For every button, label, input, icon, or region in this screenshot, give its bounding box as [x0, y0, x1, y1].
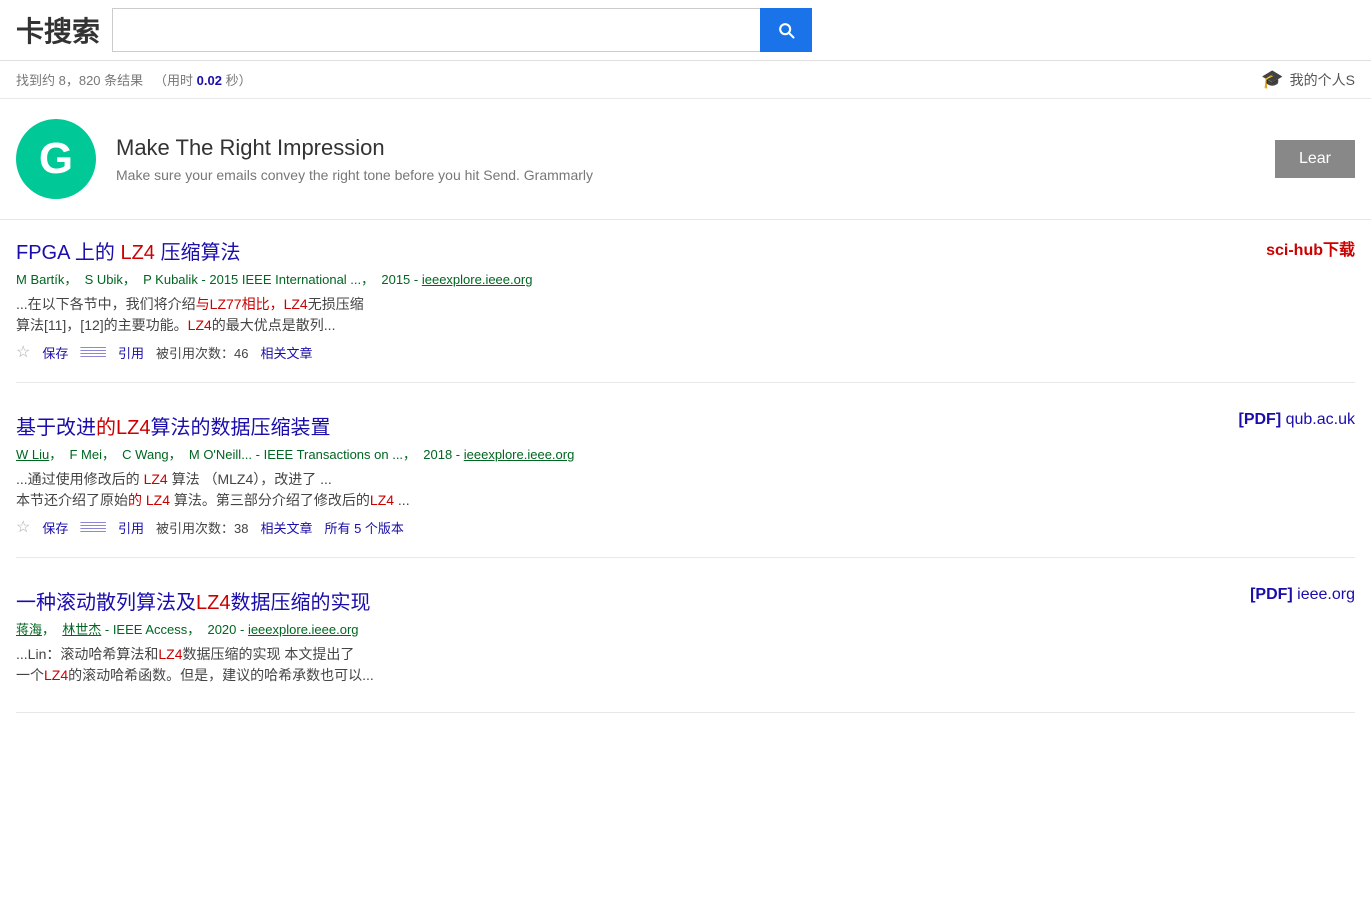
- search-icon: [776, 20, 796, 40]
- table-row: FPGA 上的 LZ4 压缩算法 M Bartík， S Ubik， P Kub…: [16, 236, 1355, 383]
- site-title: 卡搜索: [16, 10, 100, 50]
- search-input[interactable]: [112, 8, 760, 52]
- cited-count: 被引用次数：38: [156, 518, 248, 537]
- ad-title: Make The Right Impression: [116, 135, 1255, 161]
- related-articles-link[interactable]: 相关文章: [260, 343, 312, 362]
- result-snippet: ...Lin：滚动哈希算法和LZ4数据压缩的实现 本文提出了 一个LZ4的滚动哈…: [16, 644, 1215, 686]
- result-count: 找到约 8，820 条结果 （用时 0.02 秒）: [16, 70, 252, 89]
- related-articles-link[interactable]: 相关文章: [260, 518, 312, 537]
- ad-subtitle: Make sure your emails convey the right t…: [116, 167, 1255, 183]
- result-snippet: ...通过使用修改后的 LZ4 算法 （MLZ4），改进了 ... 本节还介绍了…: [16, 469, 1215, 511]
- author-link[interactable]: W Liu: [16, 447, 49, 462]
- result-actions: ☆ 保存 𝄙𝄙 引用 被引用次数：38 相关文章 所有 5 个版本: [16, 517, 1215, 537]
- cite-icon[interactable]: 𝄙𝄙: [80, 343, 106, 361]
- header: 卡搜索: [0, 0, 1371, 61]
- result-meta: M Bartík， S Ubik， P Kubalik - 2015 IEEE …: [16, 269, 1215, 288]
- ad-logo: G: [16, 119, 96, 199]
- meta-source-link[interactable]: ieeexplore.ieee.org: [422, 272, 533, 287]
- cited-count: 被引用次数：46: [156, 343, 248, 362]
- result-side: [PDF] qub.ac.uk: [1235, 411, 1355, 429]
- result-snippet: ...在以下各节中，我们将介绍与LZ77相比，LZ4无损压缩算法[11]，[12…: [16, 294, 1215, 336]
- result-meta: 蒋海， 林世杰 - IEEE Access， 2020 - ieeexplore…: [16, 619, 1215, 638]
- ad-banner: G Make The Right Impression Make sure yo…: [0, 99, 1371, 220]
- search-button[interactable]: [760, 8, 812, 52]
- result-main: FPGA 上的 LZ4 压缩算法 M Bartík， S Ubik， P Kub…: [16, 236, 1215, 362]
- result-side: sci-hub下载: [1235, 236, 1355, 260]
- result-title[interactable]: FPGA 上的 LZ4 压缩算法: [16, 236, 1215, 265]
- cite-icon[interactable]: 𝄙𝄙: [80, 518, 106, 536]
- result-title[interactable]: 基于改进的LZ4算法的数据压缩装置: [16, 411, 1215, 440]
- star-icon[interactable]: ☆: [16, 342, 30, 362]
- result-main: 一种滚动散列算法及LZ4数据压缩的实现 蒋海， 林世杰 - IEEE Acces…: [16, 586, 1215, 692]
- all-versions-link[interactable]: 所有 5 个版本: [324, 518, 403, 537]
- pdf-link[interactable]: [PDF] ieee.org: [1250, 586, 1355, 604]
- result-title[interactable]: 一种滚动散列算法及LZ4数据压缩的实现: [16, 586, 1215, 615]
- cite-button[interactable]: 引用: [118, 518, 144, 537]
- cite-button[interactable]: 引用: [118, 343, 144, 362]
- result-side: [PDF] ieee.org: [1235, 586, 1355, 604]
- pdf-link[interactable]: [PDF] qub.ac.uk: [1239, 411, 1356, 429]
- results-container: FPGA 上的 LZ4 压缩算法 M Bartík， S Ubik， P Kub…: [0, 220, 1371, 713]
- author-link-2[interactable]: 林世杰: [62, 622, 101, 637]
- save-button[interactable]: 保存: [42, 518, 68, 537]
- save-button[interactable]: 保存: [42, 343, 68, 362]
- result-meta: W Liu， F Mei， C Wang， M O'Neill... - IEE…: [16, 444, 1215, 463]
- graduation-icon: 🎓: [1261, 69, 1283, 90]
- stats-bar: 找到约 8，820 条结果 （用时 0.02 秒） 🎓 我的个人S: [0, 61, 1371, 99]
- search-bar: [112, 8, 812, 52]
- result-main: 基于改进的LZ4算法的数据压缩装置 W Liu， F Mei， C Wang， …: [16, 411, 1215, 537]
- author-link[interactable]: 蒋海: [16, 622, 42, 637]
- meta-source-link[interactable]: ieeexplore.ieee.org: [464, 447, 575, 462]
- meta-source-link[interactable]: ieeexplore.ieee.org: [248, 622, 359, 637]
- result-actions: ☆ 保存 𝄙𝄙 引用 被引用次数：46 相关文章: [16, 342, 1215, 362]
- star-icon[interactable]: ☆: [16, 517, 30, 537]
- table-row: 一种滚动散列算法及LZ4数据压缩的实现 蒋海， 林世杰 - IEEE Acces…: [16, 586, 1355, 713]
- ad-learn-button[interactable]: Lear: [1275, 140, 1355, 178]
- personal-link[interactable]: 🎓 我的个人S: [1261, 69, 1355, 90]
- scihub-link[interactable]: sci-hub下载: [1266, 236, 1355, 260]
- ad-text: Make The Right Impression Make sure your…: [116, 135, 1255, 183]
- table-row: 基于改进的LZ4算法的数据压缩装置 W Liu， F Mei， C Wang， …: [16, 411, 1355, 558]
